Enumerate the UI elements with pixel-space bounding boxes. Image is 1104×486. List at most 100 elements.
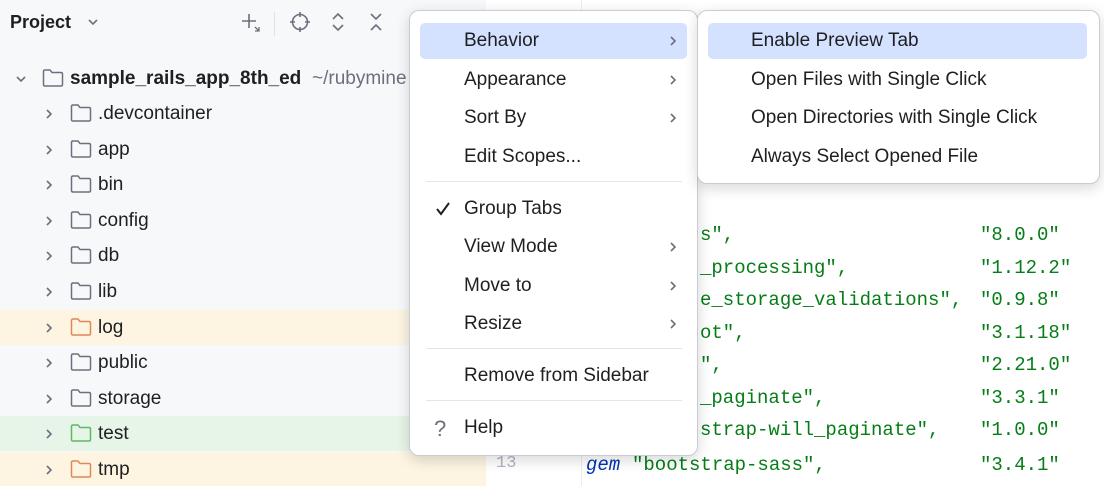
chevron-right-icon[interactable] [42, 356, 56, 370]
context-menu: Behavior Appearance Sort By Edit Scopes... G… [409, 10, 698, 456]
folder-icon [42, 69, 64, 87]
chevron-right-icon[interactable] [42, 321, 56, 335]
chevron-right-icon[interactable] [42, 143, 56, 157]
chevron-right-icon[interactable] [42, 285, 56, 299]
menu-item-remove-from-sidebar[interactable]: Remove from Sidebar [420, 358, 687, 394]
root-project-path: ~/rubymine [312, 68, 407, 89]
submenu-item-label: Enable Preview Tab [751, 30, 919, 51]
tree-item-label: tmp [98, 459, 130, 480]
tree-item-label: lib [98, 281, 118, 302]
code-gem-version: "1.0.0" [980, 419, 1060, 441]
menu-item-label: Appearance [464, 69, 567, 90]
root-project-name: sample_rails_app_8th_ed [70, 68, 302, 89]
menu-item-view-mode[interactable]: View Mode [420, 229, 687, 265]
code-gem-version: "8.0.0" [980, 224, 1060, 246]
folder-icon [70, 317, 92, 336]
folder-icon [70, 104, 92, 122]
tree-item-label: public [98, 352, 148, 374]
chevron-right-icon [670, 319, 677, 329]
code-gem-name: _processing", [700, 256, 849, 279]
code-gem-version: "3.1.18" [980, 321, 1072, 344]
tree-item-label: storage [98, 387, 162, 409]
submenu-item-label: Open Directories with Single Click [751, 107, 1038, 129]
menu-item-group-tabs[interactable]: Group Tabs [420, 191, 687, 227]
tree-item-label: test [98, 423, 129, 445]
chevron-right-icon[interactable] [42, 392, 56, 406]
chevron-right-icon[interactable] [42, 427, 56, 441]
chevron-right-icon [670, 36, 677, 46]
panel-title[interactable]: Project [10, 12, 71, 33]
chevron-right-icon [670, 113, 677, 123]
submenu-item-label: Open Files with Single Click [751, 68, 987, 90]
tree-item-label: .devcontainer [98, 103, 213, 124]
menu-item-sort-by[interactable]: Sort By [420, 100, 687, 136]
menu-item-label: View Mode [464, 236, 558, 257]
submenu-item-open-directories-with-single-click[interactable]: Open Directories with Single Click [708, 100, 1087, 136]
locate-icon[interactable] [288, 10, 312, 34]
code-gem-version: "3.3.1" [980, 386, 1060, 409]
checkmark-icon [436, 202, 450, 216]
code-gem-name: strap-will_paginate", [700, 419, 940, 441]
chevron-down-icon[interactable] [14, 72, 28, 86]
menu-item-resize[interactable]: Resize [420, 306, 687, 342]
chevron-right-icon[interactable] [42, 107, 56, 121]
code-gem-name: "bootstrap-sass", [632, 454, 826, 476]
menu-item-label: Sort By [464, 107, 527, 128]
menu-item-label: Edit Scopes... [464, 146, 582, 167]
menu-item-move-to[interactable]: Move to [420, 268, 687, 304]
code-gem-name: _paginate", [700, 386, 826, 409]
tree-item-label: bin [98, 174, 124, 196]
menu-item-label: Remove from Sidebar [464, 365, 649, 386]
folder-icon [70, 175, 92, 193]
folder-icon [70, 211, 92, 229]
folder-icon [70, 246, 92, 265]
menu-item-label: Group Tabs [464, 198, 562, 219]
code-keyword: gem [586, 454, 621, 476]
tree-item-tmp[interactable]: tmp [0, 452, 486, 486]
chevron-right-icon[interactable] [42, 178, 56, 192]
folder-icon [70, 282, 92, 300]
collapse-all-icon[interactable] [364, 10, 388, 34]
code-gem-version: "1.12.2" [980, 256, 1072, 279]
folder-icon [70, 424, 92, 443]
submenu-item-label: Always Select Opened File [751, 145, 979, 167]
chevron-right-icon[interactable] [42, 463, 56, 477]
menu-divider [426, 400, 682, 401]
code-gem-version: "2.21.0" [980, 354, 1072, 376]
submenu-item-always-select-opened-file[interactable]: Always Select Opened File [708, 139, 1087, 175]
add-icon[interactable] [238, 10, 262, 34]
chevron-down-icon[interactable] [86, 15, 100, 29]
behavior-submenu: Enable Preview Tab Open Files with Single… [697, 10, 1100, 184]
menu-item-label: Move to [464, 275, 532, 296]
chevron-right-icon[interactable] [42, 249, 56, 263]
menu-divider [426, 181, 682, 182]
expand-all-icon[interactable] [326, 10, 350, 34]
menu-item-edit-scopes[interactable]: Edit Scopes... [420, 139, 687, 175]
code-gem-version: "3.4.1" [980, 454, 1060, 476]
help-icon: ? [434, 416, 447, 441]
tree-item-label: log [98, 316, 124, 338]
chevron-right-icon [670, 281, 677, 291]
chevron-right-icon [670, 242, 677, 252]
code-gem-name: e_storage_validations", [700, 289, 963, 311]
submenu-item-open-files-with-single-click[interactable]: Open Files with Single Click [708, 62, 1087, 98]
folder-icon [70, 389, 92, 407]
chevron-right-icon[interactable] [42, 214, 56, 228]
submenu-item-enable-preview-tab[interactable]: Enable Preview Tab [708, 23, 1087, 59]
menu-divider [426, 348, 682, 349]
toolbar-divider [274, 12, 275, 36]
menu-item-help[interactable]: ? Help [420, 410, 687, 446]
menu-item-behavior[interactable]: Behavior [420, 23, 687, 59]
line-number: 13 [496, 454, 517, 473]
code-gem-version: "0.9.8" [980, 289, 1060, 311]
menu-item-appearance[interactable]: Appearance [420, 62, 687, 98]
code-gem-name: ", [700, 354, 723, 376]
tree-item-label: config [98, 209, 149, 231]
folder-icon [70, 353, 92, 371]
folder-icon [70, 460, 92, 478]
code-gem-name: s", [700, 224, 735, 246]
tree-item-label: app [98, 138, 130, 160]
tree-item-label: db [98, 245, 120, 267]
menu-item-label: Help [464, 417, 504, 438]
menu-item-label: Behavior [464, 30, 539, 51]
